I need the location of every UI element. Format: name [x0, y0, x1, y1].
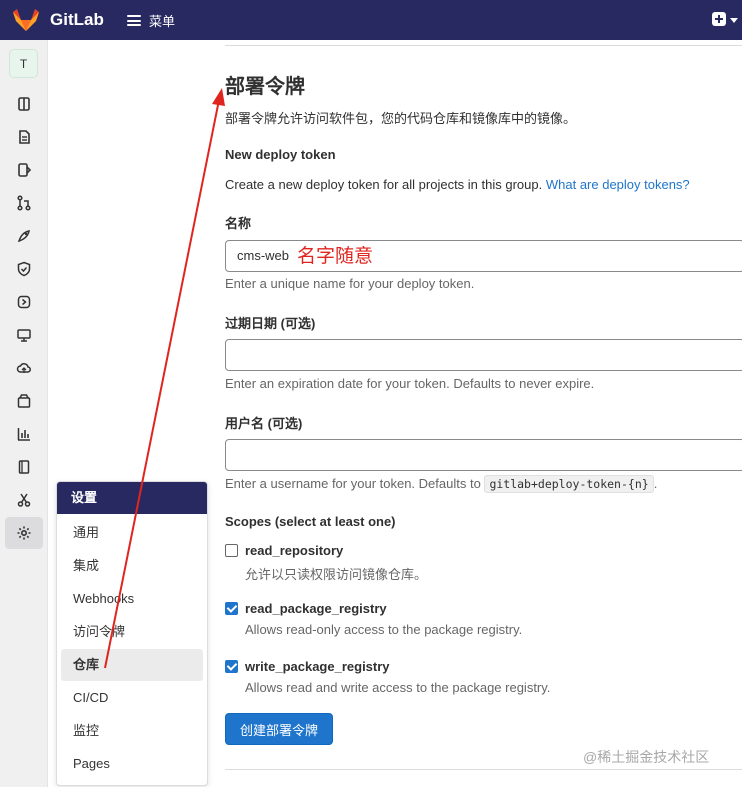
new-item-plus-icon[interactable]: [712, 12, 726, 26]
username-default-code: gitlab+deploy-token-{n}: [484, 475, 654, 493]
expiry-help: Enter an expiration date for your token.…: [225, 376, 595, 391]
scope-read-repository[interactable]: read_repository: [225, 543, 343, 558]
section-description: Create a new deploy token for all projec…: [225, 177, 690, 192]
page-description: 部署令牌允许访问软件包，您的代码仓库和镜像库中的镜像。: [225, 111, 577, 126]
section-divider: [225, 45, 742, 46]
name-label: 名称: [225, 216, 252, 231]
section-description-text: Create a new deploy token for all projec…: [225, 177, 543, 192]
issues-icon[interactable]: [14, 127, 34, 147]
hamburger-icon: [127, 15, 141, 26]
section-divider: [225, 769, 742, 770]
cloud-icon[interactable]: [14, 358, 34, 378]
settings-flyout-menu: 设置 通用 集成 Webhooks 访问令牌 仓库 CI/CD 监控 Pages: [56, 481, 208, 786]
flyout-item-webhooks[interactable]: Webhooks: [61, 583, 203, 615]
username-field[interactable]: [225, 439, 742, 471]
name-help: Enter a unique name for your deploy toke…: [225, 276, 475, 291]
flyout-item-repository[interactable]: 仓库: [61, 649, 203, 681]
scope-read-package-registry[interactable]: read_package_registry: [225, 601, 387, 616]
scope-help: Allows read and write access to the pack…: [245, 680, 551, 695]
top-navbar: GitLab 菜单: [0, 0, 742, 40]
expiry-date-field[interactable]: [225, 339, 742, 371]
watermark: @稀土掘金技术社区: [583, 749, 710, 765]
write-package-registry-checkbox[interactable]: [225, 660, 238, 673]
flyout-item-general[interactable]: 通用: [61, 517, 203, 549]
scope-label: read_package_registry: [245, 601, 387, 616]
project-icon[interactable]: [14, 94, 34, 114]
brand-name[interactable]: GitLab: [50, 10, 104, 30]
flyout-title: 设置: [57, 482, 207, 514]
scope-help: Allows read-only access to the package r…: [245, 622, 523, 637]
expiry-label: 过期日期 (可选): [225, 316, 316, 331]
flyout-item-integrations[interactable]: 集成: [61, 550, 203, 582]
merge-request-icon[interactable]: [14, 160, 34, 180]
scope-help: 允许以只读权限访问镜像仓库。: [245, 567, 428, 582]
snippets-icon[interactable]: [14, 490, 34, 510]
chevron-down-icon[interactable]: [730, 18, 738, 23]
username-help-suffix: .: [653, 476, 658, 491]
flyout-item-access-tokens[interactable]: 访问令牌: [61, 616, 203, 648]
deploy-icon[interactable]: [14, 292, 34, 312]
deploy-tokens-help-link[interactable]: What are deploy tokens?: [546, 177, 690, 192]
flyout-item-pages[interactable]: Pages: [61, 748, 203, 780]
analytics-icon[interactable]: [14, 424, 34, 444]
gitlab-logo-icon[interactable]: [12, 8, 40, 32]
name-annotation: 名字随意: [297, 246, 374, 267]
shield-icon[interactable]: [14, 259, 34, 279]
username-label: 用户名 (可选): [225, 416, 303, 431]
create-deploy-token-button[interactable]: 创建部署令牌: [225, 713, 333, 745]
flyout-item-ci-cd[interactable]: CI/CD: [61, 682, 203, 714]
monitor-icon[interactable]: [14, 325, 34, 345]
menu-button[interactable]: 菜单: [127, 11, 175, 30]
rocket-icon[interactable]: [14, 226, 34, 246]
scope-write-package-registry[interactable]: write_package_registry: [225, 659, 390, 674]
page-title: 部署令牌: [225, 76, 305, 98]
package-icon[interactable]: [14, 391, 34, 411]
flyout-item-monitor[interactable]: 监控: [61, 715, 203, 747]
menu-label: 菜单: [149, 14, 176, 29]
branch-icon[interactable]: [14, 193, 34, 213]
wiki-icon[interactable]: [14, 457, 34, 477]
group-avatar[interactable]: T: [9, 49, 38, 78]
scope-label: read_repository: [245, 543, 344, 558]
sidebar: [0, 40, 48, 787]
section-title: New deploy token: [225, 147, 336, 162]
settings-icon[interactable]: [5, 517, 43, 549]
scopes-label: Scopes (select at least one): [225, 514, 396, 529]
username-help-text: Enter a username for your token. Default…: [225, 476, 481, 491]
scope-label: write_package_registry: [245, 659, 390, 674]
read-repository-checkbox[interactable]: [225, 544, 238, 557]
username-help: Enter a username for your token. Default…: [225, 475, 658, 493]
read-package-registry-checkbox[interactable]: [225, 602, 238, 615]
